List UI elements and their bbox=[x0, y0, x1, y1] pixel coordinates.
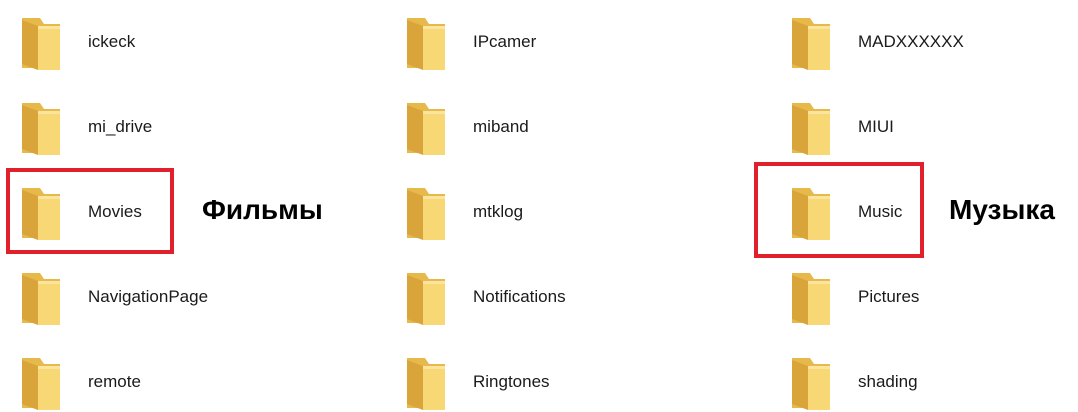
folder-label: shading bbox=[858, 372, 918, 391]
folder-madxxxxxx[interactable]: MADXXXXXX bbox=[788, 12, 1078, 72]
folder-icon bbox=[403, 352, 449, 412]
folder-label: Pictures bbox=[858, 287, 920, 306]
folder-icon bbox=[403, 182, 449, 242]
folder-pictures[interactable]: Pictures bbox=[788, 267, 1078, 327]
folder-label: miband bbox=[473, 117, 529, 136]
folder-navigationpage[interactable]: NavigationPage bbox=[18, 267, 318, 327]
folder-miband[interactable]: miband bbox=[403, 97, 703, 157]
movies-annotation: Фильмы bbox=[202, 194, 323, 225]
folder-icon bbox=[403, 12, 449, 72]
movies-highlight-box bbox=[6, 168, 174, 254]
folder-ickeck[interactable]: ickeck bbox=[18, 12, 318, 72]
folder-label: mtklog bbox=[473, 202, 524, 221]
music-highlight-box bbox=[754, 162, 924, 258]
folder-label: Notifications bbox=[473, 287, 566, 306]
folder-ringtones[interactable]: Ringtones bbox=[403, 352, 703, 412]
folder-mtklog[interactable]: mtklog bbox=[403, 182, 703, 242]
folder-label: mi_drive bbox=[88, 117, 153, 136]
folder-label: NavigationPage bbox=[88, 287, 209, 306]
folder-ipcamer[interactable]: IPcamer bbox=[403, 12, 703, 72]
folder-icon bbox=[788, 267, 834, 327]
file-grid: ickeck mi_drive Movies NavigationPage re… bbox=[0, 0, 1078, 410]
folder-label: MIUI bbox=[858, 117, 894, 136]
folder-label: IPcamer bbox=[473, 32, 537, 51]
folder-icon bbox=[788, 12, 834, 72]
folder-icon bbox=[18, 352, 64, 412]
folder-remote[interactable]: remote bbox=[18, 352, 318, 412]
folder-icon bbox=[18, 97, 64, 157]
folder-label: remote bbox=[88, 372, 141, 391]
folder-icon bbox=[403, 97, 449, 157]
folder-miui[interactable]: MIUI bbox=[788, 97, 1078, 157]
folder-label: ickeck bbox=[88, 32, 136, 51]
folder-icon bbox=[18, 267, 64, 327]
folder-icon bbox=[403, 267, 449, 327]
folder-shading[interactable]: shading bbox=[788, 352, 1078, 412]
folder-mi-drive[interactable]: mi_drive bbox=[18, 97, 318, 157]
folder-label: MADXXXXXX bbox=[858, 32, 964, 51]
folder-icon bbox=[788, 97, 834, 157]
folder-label: Ringtones bbox=[473, 372, 550, 391]
music-annotation: Музыка bbox=[949, 194, 1055, 225]
folder-icon bbox=[788, 352, 834, 412]
folder-icon bbox=[18, 12, 64, 72]
folder-notifications[interactable]: Notifications bbox=[403, 267, 703, 327]
